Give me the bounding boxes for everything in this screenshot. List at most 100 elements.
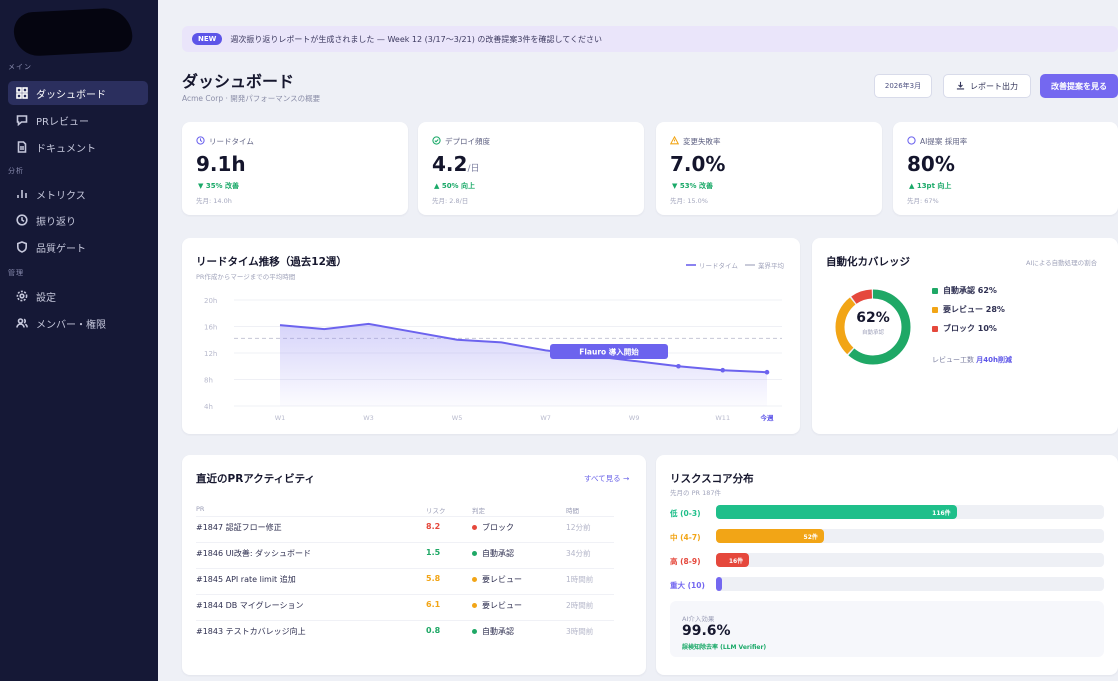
sidebar-item-label: 品質ゲート xyxy=(36,243,86,255)
nav-section-analysis: 分析 xyxy=(8,167,24,175)
column-header-pr: PR xyxy=(196,505,205,513)
bar-chart-icon xyxy=(16,188,28,200)
sidebar-item-label: PRレビュー xyxy=(36,116,89,128)
risk-bar-fill[interactable]: 52件 xyxy=(716,529,824,543)
sidebar-item-documents[interactable]: ドキュメント xyxy=(8,135,148,159)
kpi-trend: ▲ 13pt 向上 xyxy=(909,182,952,190)
document-icon xyxy=(16,141,28,153)
risk-score: 1.5 xyxy=(426,548,441,557)
risk-bar-fill[interactable] xyxy=(716,577,723,591)
sidebar-item-pr-review[interactable]: PRレビュー xyxy=(8,108,148,132)
status-cell: 要レビュー xyxy=(472,600,522,611)
sidebar-item-settings[interactable]: 設定 xyxy=(8,284,148,308)
sidebar-item-dashboard[interactable]: ダッシュボード xyxy=(8,81,148,105)
status-cell: 要レビュー xyxy=(472,574,522,585)
time-ago: 2時間前 xyxy=(566,601,594,610)
row-divider xyxy=(196,568,614,569)
x-tick-label: W7 xyxy=(540,414,551,422)
kpi-value: 7.0% xyxy=(670,152,726,176)
risk-bar-label: 高 (8-9) xyxy=(670,557,701,566)
kpi-previous: 先月: 15.0% xyxy=(670,197,708,205)
risk-bar-track: 16件 xyxy=(716,553,1104,567)
ai-effect-note: 誤検知除去率 (LLM Verifier) xyxy=(682,644,767,651)
risk-score: 6.1 xyxy=(426,600,441,609)
kpi-label: 変更失敗率 xyxy=(683,137,721,146)
new-badge: NEW xyxy=(192,33,223,45)
view-suggestions-button[interactable]: 改善提案を見る xyxy=(1040,74,1118,98)
status-cell: 自動承認 xyxy=(472,626,514,637)
time-ago: 12分前 xyxy=(566,523,591,532)
y-tick-label: 16h xyxy=(204,324,217,332)
x-tick-label: W1 xyxy=(275,414,286,422)
row-divider xyxy=(196,620,614,621)
automation-coverage-card: 自動化カバレッジ AIによる自動処理の割合 62% 自動承認 自動承認 62% … xyxy=(812,238,1118,434)
status-dot xyxy=(472,629,477,634)
kpi-value: 80% xyxy=(907,152,955,176)
ai-effect-value: 99.6% xyxy=(682,623,731,639)
coverage-donut-chart xyxy=(835,289,911,365)
comment-icon xyxy=(16,114,28,126)
risk-bar-value: 52件 xyxy=(803,534,818,541)
pr-title: #1843 テストカバレッジ向上 xyxy=(196,627,306,636)
column-header-time: 時間 xyxy=(566,507,579,515)
data-point[interactable] xyxy=(764,369,770,375)
pr-title: #1846 UI改善: ダッシュボード xyxy=(196,549,312,558)
nav-section-manage: 管理 xyxy=(8,269,24,277)
kpi-value: 4.2 xyxy=(432,152,468,176)
x-tick-label: 今週 xyxy=(761,413,775,422)
ai-effect-box: AI介入効果 99.6% 誤検知除去率 (LLM Verifier) xyxy=(670,601,1104,657)
risk-bar-label: 重大 (10) xyxy=(670,581,705,590)
review-saving: レビュー工数 月40h削減 xyxy=(932,356,1012,364)
shield-icon xyxy=(16,241,28,253)
annotation-text: Flauro 導入開始 xyxy=(579,347,639,357)
risk-bar-track: 52件 xyxy=(716,529,1104,543)
pr-title: #1844 DB マイグレーション xyxy=(196,601,304,610)
risk-bar-fill[interactable]: 16件 xyxy=(716,553,750,567)
risk-bar-value: 16件 xyxy=(728,558,744,565)
circle-icon xyxy=(907,136,916,147)
time-ago: 3時間前 xyxy=(566,627,594,636)
see-all-link[interactable]: すべて見る → xyxy=(584,473,629,484)
column-header-status: 判定 xyxy=(472,507,485,515)
status-label: 自動承認 xyxy=(482,549,514,558)
risk-bar-fill[interactable]: 116件 xyxy=(716,505,957,519)
status-label: 要レビュー xyxy=(482,575,522,584)
x-tick-label: W3 xyxy=(363,414,374,422)
y-tick-label: 4h xyxy=(204,403,213,411)
risk-bar-track xyxy=(716,577,1104,591)
data-point[interactable] xyxy=(720,367,726,373)
sidebar-item-members[interactable]: メンバー・権限 xyxy=(8,311,148,335)
sidebar-item-label: ドキュメント xyxy=(36,143,96,155)
sidebar-item-quality-gate[interactable]: 品質ゲート xyxy=(8,235,148,259)
sidebar-item-metrics[interactable]: メトリクス xyxy=(8,182,148,206)
kpi-previous: 先月: 67% xyxy=(907,197,939,205)
legend-auto-approve: 自動承認 62% xyxy=(932,285,997,296)
y-tick-label: 20h xyxy=(204,297,217,305)
page-title: ダッシュボード xyxy=(182,72,295,91)
sidebar: メイン ダッシュボード PRレビュー ドキュメント 分析 メトリクス 振り返り … xyxy=(0,0,158,681)
kpi-card-ai-adoption: AI提案 採用率 80% ▲ 13pt 向上 先月: 67% xyxy=(893,122,1118,215)
data-point[interactable] xyxy=(676,363,681,369)
coverage-note: AIによる自動処理の割合 xyxy=(1026,259,1098,267)
sidebar-item-label: ダッシュボード xyxy=(36,89,106,101)
kpi-unit: /日 xyxy=(467,164,480,174)
risk-score: 0.8 xyxy=(426,626,441,635)
x-tick-label: W11 xyxy=(715,414,730,422)
kpi-previous: 先月: 14.0h xyxy=(196,197,232,205)
lead-time-chart-card: リードタイム推移（過去12週） PR作成からマージまでの平均時間 リードタイム … xyxy=(182,238,800,434)
risk-subtitle: 先月の PR 187件 xyxy=(670,489,721,497)
row-divider xyxy=(196,594,614,595)
notification-banner[interactable]: NEW 週次振り返りレポートが生成されました — Week 12 (3/17〜3… xyxy=(182,26,1118,52)
kpi-label: AI提案 採用率 xyxy=(920,137,968,146)
period-selector[interactable]: 2026年3月 xyxy=(874,74,932,98)
kpi-label: リードタイム xyxy=(209,137,254,146)
sidebar-item-retrospective[interactable]: 振り返り xyxy=(8,208,148,232)
check-circle-icon xyxy=(432,136,441,147)
kpi-trend: ▼ 35% 改善 xyxy=(198,182,240,190)
row-divider xyxy=(196,542,614,543)
export-report-button[interactable]: レポート出力 xyxy=(943,74,1031,98)
x-tick-label: W5 xyxy=(452,414,463,422)
donut-center-label: 自動承認 xyxy=(861,330,884,336)
status-label: 要レビュー xyxy=(482,601,522,610)
status-cell: ブロック xyxy=(472,522,514,533)
